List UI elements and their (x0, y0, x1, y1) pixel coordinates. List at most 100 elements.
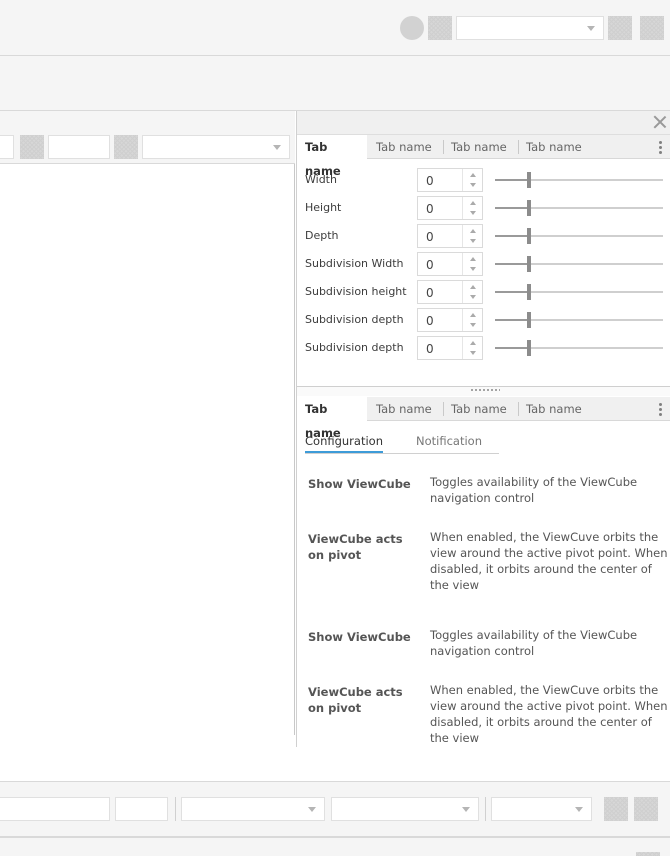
status-icon[interactable] (636, 852, 660, 856)
property-row: Subdivision height 0 (297, 280, 670, 304)
bottom-tool-icon[interactable] (634, 797, 658, 821)
slider-thumb[interactable] (526, 340, 531, 356)
numeric-stepper[interactable]: 0 (417, 168, 483, 192)
stepper-arrows[interactable] (462, 309, 482, 331)
slider-thumb[interactable] (526, 228, 531, 244)
panel-header (297, 111, 670, 135)
stepper-value[interactable]: 0 (426, 174, 434, 188)
active-subtab-indicator (305, 451, 383, 453)
chevron-down-icon (273, 145, 281, 150)
toolbar-icon-placeholder[interactable] (640, 16, 664, 40)
stepper-arrows[interactable] (462, 281, 482, 303)
setting-name: ViewCube acts on pivot (308, 685, 403, 715)
chevron-down-icon[interactable] (470, 351, 476, 355)
tab-1[interactable]: Tab name (297, 397, 367, 440)
stepper-value[interactable]: 0 (426, 202, 434, 216)
bottom-text-field[interactable] (0, 797, 110, 821)
viewport-tool-icon[interactable] (20, 135, 44, 159)
bottom-tool-icon[interactable] (604, 797, 628, 821)
chevron-up-icon[interactable] (470, 257, 476, 261)
numeric-stepper[interactable]: 0 (417, 308, 483, 332)
tab-2[interactable]: Tab name (368, 397, 442, 421)
stepper-arrows[interactable] (462, 253, 482, 275)
close-icon[interactable] (653, 115, 667, 129)
subtab-notification[interactable]: Notification (416, 434, 482, 448)
viewport-text-field[interactable] (0, 135, 14, 159)
property-label: Depth (305, 229, 339, 242)
property-label: Width (305, 173, 337, 186)
setting-name: Show ViewCube (308, 477, 411, 491)
tab-4[interactable]: Tab name (518, 135, 598, 159)
chevron-down-icon (587, 26, 595, 31)
chevron-up-icon[interactable] (470, 285, 476, 289)
tab-3[interactable]: Tab name (443, 397, 517, 421)
value-slider[interactable] (495, 340, 663, 356)
chevron-down-icon[interactable] (470, 239, 476, 243)
viewport-dropdown[interactable] (142, 135, 290, 159)
numeric-stepper[interactable]: 0 (417, 336, 483, 360)
value-slider[interactable] (495, 284, 663, 300)
kebab-menu-icon[interactable] (659, 403, 663, 417)
property-row: Depth 0 (297, 224, 670, 248)
value-slider[interactable] (495, 256, 663, 272)
viewport-tool-icon[interactable] (114, 135, 138, 159)
toolbar-icon-placeholder[interactable] (608, 16, 632, 40)
numeric-stepper[interactable]: 0 (417, 280, 483, 304)
stepper-arrows[interactable] (462, 197, 482, 219)
bottom-dropdown[interactable] (181, 797, 325, 821)
viewport-text-field[interactable] (48, 135, 110, 159)
tab-3[interactable]: Tab name (443, 135, 517, 159)
separator (485, 797, 486, 821)
toolbar-icon-placeholder[interactable] (428, 16, 452, 40)
value-slider[interactable] (495, 312, 663, 328)
stepper-value[interactable]: 0 (426, 314, 434, 328)
slider-thumb[interactable] (526, 172, 531, 188)
settings-subtabs: Configuration Notification (305, 432, 499, 454)
stepper-arrows[interactable] (462, 337, 482, 359)
chevron-down-icon[interactable] (470, 295, 476, 299)
tab-1[interactable]: Tab name (297, 135, 367, 178)
chevron-up-icon[interactable] (470, 173, 476, 177)
kebab-menu-icon[interactable] (659, 141, 663, 155)
subtab-configuration[interactable]: Configuration (305, 434, 383, 448)
tab-4[interactable]: Tab name (518, 397, 598, 421)
chevron-down-icon[interactable] (470, 323, 476, 327)
chevron-down-icon[interactable] (470, 183, 476, 187)
property-label: Subdivision Width (305, 257, 404, 270)
slider-thumb[interactable] (526, 312, 531, 328)
stepper-value[interactable]: 0 (426, 342, 434, 356)
bottom-dropdown[interactable] (491, 797, 592, 821)
tab-2[interactable]: Tab name (368, 135, 442, 159)
stepper-arrows[interactable] (462, 169, 482, 191)
viewport-canvas[interactable] (0, 164, 295, 735)
chevron-up-icon[interactable] (470, 313, 476, 317)
slider-thumb[interactable] (526, 200, 531, 216)
value-slider[interactable] (495, 200, 663, 216)
numeric-stepper[interactable]: 0 (417, 252, 483, 276)
numeric-stepper[interactable]: 0 (417, 196, 483, 220)
value-slider[interactable] (495, 228, 663, 244)
chevron-up-icon[interactable] (470, 201, 476, 205)
status-bar (0, 837, 670, 856)
chevron-down-icon[interactable] (470, 267, 476, 271)
avatar-icon[interactable] (400, 16, 424, 40)
slider-thumb[interactable] (526, 256, 531, 272)
stepper-value[interactable]: 0 (426, 230, 434, 244)
property-label: Subdivision depth (305, 313, 404, 326)
chevron-down-icon[interactable] (470, 211, 476, 215)
setting-name: Show ViewCube (308, 630, 411, 644)
stepper-value[interactable]: 0 (426, 286, 434, 300)
value-slider[interactable] (495, 172, 663, 188)
chevron-up-icon[interactable] (470, 229, 476, 233)
bottom-dropdown[interactable] (331, 797, 479, 821)
property-row: Width 0 (297, 168, 670, 192)
slider-thumb[interactable] (526, 284, 531, 300)
panel-splitter[interactable] (297, 386, 670, 396)
stepper-arrows[interactable] (462, 225, 482, 247)
stepper-value[interactable]: 0 (426, 258, 434, 272)
chevron-up-icon[interactable] (470, 341, 476, 345)
top-dropdown[interactable] (456, 16, 604, 40)
bottom-text-field[interactable] (115, 797, 168, 821)
numeric-stepper[interactable]: 0 (417, 224, 483, 248)
top-bar (0, 0, 670, 56)
